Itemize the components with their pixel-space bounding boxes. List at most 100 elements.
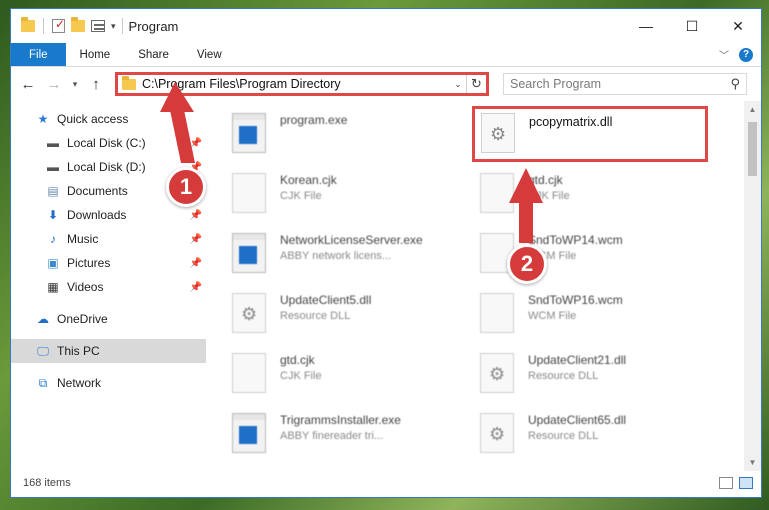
dll-file-icon	[481, 113, 515, 153]
sidebar-item-onedrive[interactable]: ☁ OneDrive	[11, 307, 206, 331]
sidebar-item-label: Music	[67, 232, 99, 246]
sidebar-item-label: OneDrive	[57, 312, 108, 326]
sidebar-item-label: Downloads	[67, 208, 127, 222]
divider	[43, 18, 44, 34]
pin-icon[interactable]: 📌	[190, 234, 202, 245]
file-item[interactable]: program.exe	[224, 107, 464, 163]
file-item[interactable]: gtd.cjk CJK File	[472, 167, 712, 223]
sidebar-item-pictures[interactable]: ▣ Pictures 📌	[11, 251, 206, 275]
view-icon[interactable]	[91, 20, 105, 32]
scroll-up-icon[interactable]: ▲	[744, 101, 761, 118]
sidebar-item-this-pc[interactable]: 🖵 This PC	[11, 339, 206, 363]
file-type: WCM File	[528, 310, 577, 322]
up-button[interactable]: ↑	[85, 73, 107, 95]
file-name: SndToWP14.wcm	[528, 233, 623, 247]
cloud-icon: ☁	[37, 312, 49, 326]
new-folder-icon[interactable]	[71, 17, 85, 32]
quick-access-toolbar: ▾	[21, 17, 116, 34]
status-bar: 168 items	[11, 469, 761, 497]
refresh-icon[interactable]: ↻	[466, 75, 486, 93]
file-name: SndToWP16.wcm	[528, 293, 623, 307]
file-name: NetworkLicenseServer.exe	[280, 233, 423, 247]
customize-toolbar-icon[interactable]: ▾	[111, 21, 116, 32]
properties-icon[interactable]	[52, 17, 65, 33]
file-name: Korean.cjk	[280, 173, 337, 187]
details-view-icon[interactable]	[719, 477, 733, 489]
file-name: pcopymatrix.dll	[529, 115, 613, 129]
sidebar-item-label: Local Disk (D:)	[67, 160, 146, 174]
sidebar-item-videos[interactable]: ▦ Videos 📌	[11, 275, 206, 299]
pin-icon[interactable]: 📌	[190, 138, 202, 149]
explorer-window: ▾ Program — ☐ ✕ File Home Share View ﹀ ?…	[10, 8, 762, 498]
help-icon[interactable]: ?	[739, 47, 753, 62]
address-path[interactable]: C:\Program Files\Program Directory	[142, 77, 450, 91]
sidebar-item-downloads[interactable]: ⬇ Downloads 📌	[11, 203, 206, 227]
window-title: Program	[128, 18, 179, 34]
divider	[121, 18, 123, 34]
file-name: UpdateClient5.dll	[280, 293, 372, 307]
blank-file-icon	[232, 173, 266, 213]
sidebar-item-label: Network	[57, 376, 102, 390]
tab-view[interactable]: View	[183, 43, 236, 66]
item-count: 168 items	[23, 477, 71, 489]
sidebar-item-label: Pictures	[67, 256, 111, 270]
file-item[interactable]: SndToWP16.wcm WCM File	[472, 287, 712, 343]
file-type: Resource DLL	[528, 370, 599, 382]
download-icon: ⬇	[47, 208, 59, 222]
file-type: ABBY network licens...	[280, 250, 392, 262]
file-item[interactable]: gtd.cjk CJK File	[224, 347, 464, 403]
large-icons-view-icon[interactable]	[739, 477, 753, 489]
sidebar-item-quick-access[interactable]: ★ Quick access	[11, 107, 206, 131]
view-toggles	[719, 477, 761, 489]
annotation-badge-2: 2	[507, 244, 547, 284]
file-name: gtd.cjk	[280, 353, 315, 367]
file-item[interactable]: UpdateClient65.dll Resource DLL	[472, 407, 712, 463]
close-button[interactable]: ✕	[715, 9, 761, 43]
documents-icon: ▤	[47, 184, 59, 198]
search-input[interactable]	[510, 77, 731, 91]
file-type: Resource DLL	[528, 430, 599, 442]
file-name: gtd.cjk	[528, 173, 563, 187]
file-type: Resource DLL	[280, 310, 351, 322]
sidebar-item-label: Local Disk (C:)	[67, 136, 146, 150]
folder-icon	[122, 75, 136, 90]
vertical-scrollbar[interactable]: ▲ ▼	[744, 101, 761, 471]
expand-ribbon-icon[interactable]: ﹀	[719, 47, 729, 62]
search-box[interactable]: ⚲	[503, 73, 747, 95]
highlighted-file-item[interactable]: pcopymatrix.dll	[472, 106, 708, 162]
scroll-thumb[interactable]	[748, 122, 757, 176]
file-name: TrigrammsInstaller.exe	[280, 413, 401, 427]
file-item[interactable]: NetworkLicenseServer.exe ABBY network li…	[224, 227, 464, 283]
file-type: CJK File	[280, 190, 322, 202]
exe-file-icon	[232, 233, 266, 273]
pin-icon[interactable]: 📌	[190, 282, 202, 293]
tab-file[interactable]: File	[11, 43, 66, 66]
file-item[interactable]: UpdateClient5.dll Resource DLL	[224, 287, 464, 343]
file-item[interactable]: Korean.cjk CJK File	[224, 167, 464, 223]
address-dropdown-icon[interactable]: ⌄	[450, 79, 466, 90]
file-type: ABBY finereader tri...	[280, 430, 384, 442]
file-item[interactable]: UpdateClient21.dll Resource DLL	[472, 347, 712, 403]
forward-button[interactable]: →	[43, 73, 65, 95]
pin-icon[interactable]: 📌	[190, 210, 202, 221]
recent-locations-icon[interactable]: ▾	[69, 73, 81, 95]
pin-icon[interactable]: 📌	[190, 258, 202, 269]
address-bar[interactable]: C:\Program Files\Program Directory ⌄ ↻	[115, 72, 489, 96]
sidebar-item-music[interactable]: ♪ Music 📌	[11, 227, 206, 251]
navigation-pane: ★ Quick access ▬ Local Disk (C:) 📌 ▬ Loc…	[11, 101, 206, 471]
minimize-button[interactable]: —	[623, 9, 669, 43]
annotation-badge-1: 1	[166, 167, 206, 207]
file-item[interactable]: TrigrammsInstaller.exe ABBY finereader t…	[224, 407, 464, 463]
tab-share[interactable]: Share	[124, 43, 183, 66]
sidebar-item-label: Videos	[67, 280, 104, 294]
sidebar-item-label: Documents	[67, 184, 128, 198]
sidebar-item-label: This PC	[57, 344, 100, 358]
sidebar-item-local-disk-c[interactable]: ▬ Local Disk (C:) 📌	[11, 131, 206, 155]
sidebar-item-network[interactable]: ⧉ Network	[11, 371, 206, 395]
exe-file-icon	[232, 413, 266, 453]
maximize-button[interactable]: ☐	[669, 9, 715, 43]
back-button[interactable]: ←	[17, 73, 39, 95]
search-icon[interactable]: ⚲	[730, 76, 740, 92]
tab-home[interactable]: Home	[66, 43, 125, 66]
pictures-icon: ▣	[47, 256, 59, 270]
